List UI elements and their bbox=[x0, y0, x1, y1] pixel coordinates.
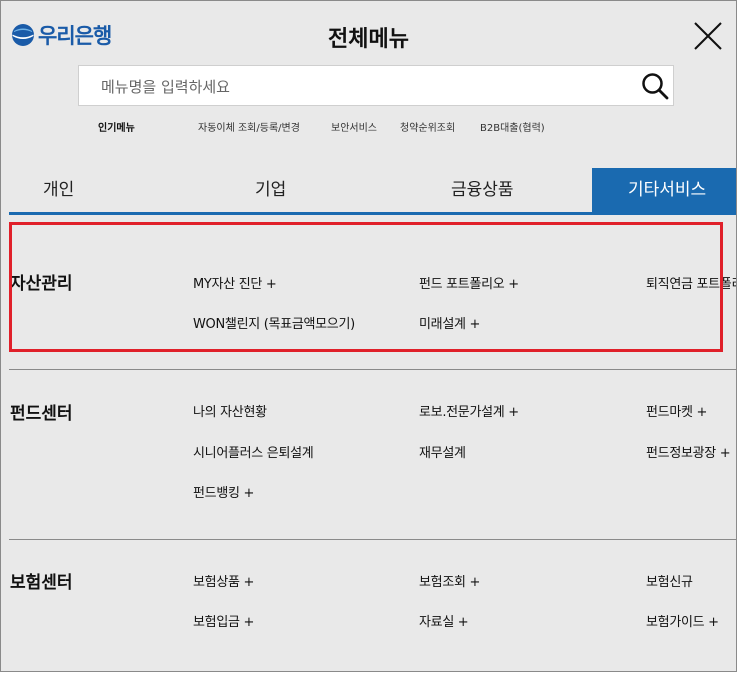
section-title-insurance-center: 보험센터 bbox=[10, 573, 73, 593]
popular-item-b2b-loan[interactable]: B2B대출(협력) bbox=[480, 119, 545, 134]
search-input[interactable] bbox=[99, 74, 623, 100]
link-insurance-inquiry[interactable]: 보험조회 + bbox=[419, 571, 480, 590]
link-insurance-archive[interactable]: 자료실 + bbox=[419, 611, 469, 630]
tab-personal[interactable]: 개인 bbox=[43, 168, 74, 212]
section-divider bbox=[9, 539, 736, 540]
link-my-asset-status[interactable]: 나의 자산현황 bbox=[193, 401, 267, 420]
link-insurance-new[interactable]: 보험신규 bbox=[646, 571, 693, 590]
search-icon[interactable] bbox=[640, 71, 670, 101]
tab-financial-products[interactable]: 금융상품 bbox=[451, 168, 514, 212]
popular-item-subscription-rank[interactable]: 청약순위조회 bbox=[400, 119, 455, 134]
link-insurance-products[interactable]: 보험상품 + bbox=[193, 571, 254, 590]
section-highlight-box bbox=[9, 222, 723, 352]
link-fund-banking[interactable]: 펀드뱅킹 + bbox=[193, 482, 254, 501]
link-senior-plus-retirement[interactable]: 시니어플러스 은퇴설계 bbox=[193, 442, 314, 461]
popular-menu-bar: 인기메뉴 자동이체 조회/등록/변경 보안서비스 청약순위조회 B2B대출(협력… bbox=[1, 119, 736, 135]
link-insurance-payment[interactable]: 보험입금 + bbox=[193, 611, 254, 630]
close-icon[interactable] bbox=[692, 20, 724, 52]
page-title: 전체메뉴 bbox=[328, 27, 409, 52]
popular-item-autotransfer[interactable]: 자동이체 조회/등록/변경 bbox=[198, 119, 300, 134]
tab-other-services[interactable]: 기타서비스 bbox=[592, 168, 736, 212]
popular-menu-label: 인기메뉴 bbox=[98, 123, 135, 134]
category-tabs: 개인 기업 금융상품 기타서비스 bbox=[9, 168, 736, 215]
section-title-fund-center: 펀드센터 bbox=[10, 404, 73, 424]
tab-corporate[interactable]: 기업 bbox=[255, 168, 286, 212]
full-menu-panel: 우리은행 전체메뉴 인기메뉴 자동이체 조회/등록/변경 보안서비스 청약순위조… bbox=[0, 0, 737, 672]
link-fund-market[interactable]: 펀드마켓 + bbox=[646, 401, 707, 420]
link-robo-expert-design[interactable]: 로보.전문가설계 + bbox=[419, 401, 519, 420]
section-divider bbox=[9, 369, 736, 370]
popular-item-security[interactable]: 보안서비스 bbox=[331, 119, 377, 134]
search-box bbox=[78, 65, 674, 106]
link-financial-design[interactable]: 재무설계 bbox=[419, 442, 466, 461]
link-fund-info-plaza[interactable]: 펀드정보광장 + bbox=[646, 442, 731, 461]
link-insurance-guide[interactable]: 보험가이드 + bbox=[646, 611, 719, 630]
